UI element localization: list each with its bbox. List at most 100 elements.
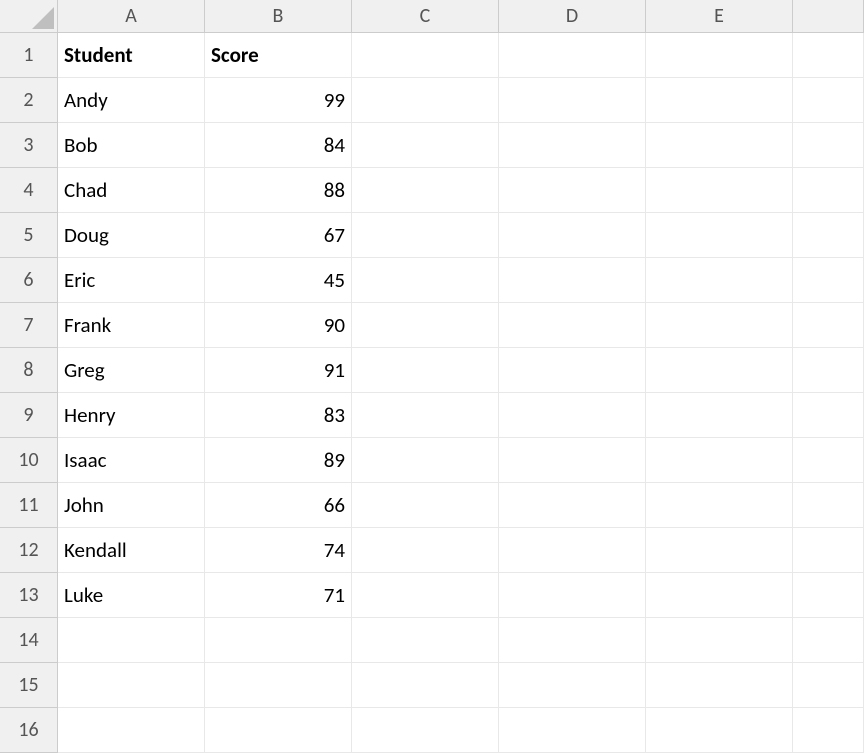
cell-A15[interactable] <box>58 663 205 708</box>
row-header-8[interactable]: 8 <box>0 348 58 393</box>
cell-E16[interactable] <box>646 708 793 753</box>
cell-A7[interactable]: Frank <box>58 303 205 348</box>
row-header-11[interactable]: 11 <box>0 483 58 528</box>
cell-F14[interactable] <box>793 618 864 663</box>
cell-D10[interactable] <box>499 438 646 483</box>
cell-C15[interactable] <box>352 663 499 708</box>
cell-A5[interactable]: Doug <box>58 213 205 258</box>
row-header-5[interactable]: 5 <box>0 213 58 258</box>
row-header-14[interactable]: 14 <box>0 618 58 663</box>
cell-B7[interactable]: 90 <box>205 303 352 348</box>
cell-C1[interactable] <box>352 33 499 78</box>
cell-A6[interactable]: Eric <box>58 258 205 303</box>
cell-D6[interactable] <box>499 258 646 303</box>
cell-E3[interactable] <box>646 123 793 168</box>
row-header-16[interactable]: 16 <box>0 708 58 753</box>
cell-A14[interactable] <box>58 618 205 663</box>
cell-F15[interactable] <box>793 663 864 708</box>
cell-E13[interactable] <box>646 573 793 618</box>
cell-E8[interactable] <box>646 348 793 393</box>
cell-E4[interactable] <box>646 168 793 213</box>
cell-B10[interactable]: 89 <box>205 438 352 483</box>
col-header-D[interactable]: D <box>499 0 646 33</box>
cell-A10[interactable]: Isaac <box>58 438 205 483</box>
cell-F13[interactable] <box>793 573 864 618</box>
col-header-extra[interactable] <box>793 0 864 33</box>
cell-F16[interactable] <box>793 708 864 753</box>
cell-A2[interactable]: Andy <box>58 78 205 123</box>
cell-E2[interactable] <box>646 78 793 123</box>
row-header-15[interactable]: 15 <box>0 663 58 708</box>
cell-E15[interactable] <box>646 663 793 708</box>
cell-C13[interactable] <box>352 573 499 618</box>
col-header-E[interactable]: E <box>646 0 793 33</box>
cell-F2[interactable] <box>793 78 864 123</box>
cell-F11[interactable] <box>793 483 864 528</box>
cell-F9[interactable] <box>793 393 864 438</box>
cell-B1[interactable]: Score <box>205 33 352 78</box>
cell-F5[interactable] <box>793 213 864 258</box>
cell-A11[interactable]: John <box>58 483 205 528</box>
col-header-A[interactable]: A <box>58 0 205 33</box>
cell-D4[interactable] <box>499 168 646 213</box>
cell-B15[interactable] <box>205 663 352 708</box>
cell-B16[interactable] <box>205 708 352 753</box>
cell-A4[interactable]: Chad <box>58 168 205 213</box>
cell-D11[interactable] <box>499 483 646 528</box>
cell-C3[interactable] <box>352 123 499 168</box>
cell-C2[interactable] <box>352 78 499 123</box>
cell-E6[interactable] <box>646 258 793 303</box>
cell-F12[interactable] <box>793 528 864 573</box>
cell-F10[interactable] <box>793 438 864 483</box>
cell-E9[interactable] <box>646 393 793 438</box>
row-header-6[interactable]: 6 <box>0 258 58 303</box>
col-header-C[interactable]: C <box>352 0 499 33</box>
cell-C16[interactable] <box>352 708 499 753</box>
cell-B8[interactable]: 91 <box>205 348 352 393</box>
row-header-2[interactable]: 2 <box>0 78 58 123</box>
cell-A12[interactable]: Kendall <box>58 528 205 573</box>
cell-B6[interactable]: 45 <box>205 258 352 303</box>
cell-A8[interactable]: Greg <box>58 348 205 393</box>
cell-F8[interactable] <box>793 348 864 393</box>
cell-E10[interactable] <box>646 438 793 483</box>
cell-D5[interactable] <box>499 213 646 258</box>
cell-D3[interactable] <box>499 123 646 168</box>
cell-C6[interactable] <box>352 258 499 303</box>
cell-E5[interactable] <box>646 213 793 258</box>
cell-C11[interactable] <box>352 483 499 528</box>
cell-C9[interactable] <box>352 393 499 438</box>
cell-A9[interactable]: Henry <box>58 393 205 438</box>
cell-B2[interactable]: 99 <box>205 78 352 123</box>
cell-B3[interactable]: 84 <box>205 123 352 168</box>
cell-D14[interactable] <box>499 618 646 663</box>
cell-B4[interactable]: 88 <box>205 168 352 213</box>
cell-C7[interactable] <box>352 303 499 348</box>
row-header-13[interactable]: 13 <box>0 573 58 618</box>
col-header-B[interactable]: B <box>205 0 352 33</box>
cell-D8[interactable] <box>499 348 646 393</box>
row-header-10[interactable]: 10 <box>0 438 58 483</box>
cell-B11[interactable]: 66 <box>205 483 352 528</box>
cell-B14[interactable] <box>205 618 352 663</box>
cell-D16[interactable] <box>499 708 646 753</box>
cell-E1[interactable] <box>646 33 793 78</box>
cell-D2[interactable] <box>499 78 646 123</box>
select-all-corner[interactable] <box>0 0 58 33</box>
cell-E14[interactable] <box>646 618 793 663</box>
cell-C10[interactable] <box>352 438 499 483</box>
row-header-3[interactable]: 3 <box>0 123 58 168</box>
cell-C12[interactable] <box>352 528 499 573</box>
cell-F6[interactable] <box>793 258 864 303</box>
cell-A1[interactable]: Student <box>58 33 205 78</box>
cell-C5[interactable] <box>352 213 499 258</box>
cell-E7[interactable] <box>646 303 793 348</box>
cell-D9[interactable] <box>499 393 646 438</box>
row-header-4[interactable]: 4 <box>0 168 58 213</box>
cell-B13[interactable]: 71 <box>205 573 352 618</box>
cell-A3[interactable]: Bob <box>58 123 205 168</box>
cell-B9[interactable]: 83 <box>205 393 352 438</box>
cell-A13[interactable]: Luke <box>58 573 205 618</box>
row-header-9[interactable]: 9 <box>0 393 58 438</box>
cell-D15[interactable] <box>499 663 646 708</box>
